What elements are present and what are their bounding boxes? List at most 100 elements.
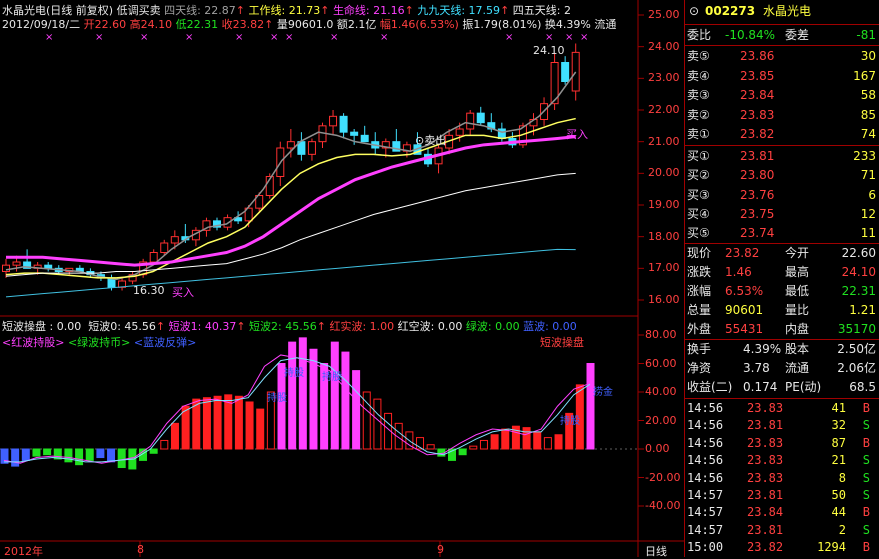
tick-row[interactable]: 14:57 23.81 2 S: [685, 522, 879, 539]
chart-ohlc-line: 2012/09/18/二 开22.60 高24.10 低22.31 收23.82…: [2, 18, 617, 31]
red-solid-wave: 红实波: 1.00: [329, 320, 395, 333]
tick-row[interactable]: 14:56 23.83 41 B: [685, 400, 879, 417]
quote-value: 55431: [725, 322, 764, 336]
wave-bar: [352, 370, 361, 450]
price-tick-label: 21.00: [648, 134, 680, 148]
tick-side: S: [862, 522, 870, 537]
ask-label: 卖⑤: [687, 49, 710, 63]
quote-value: 22.60: [841, 246, 876, 260]
stock-header: ⊙ 002273 水晶光电: [685, 0, 879, 22]
bid-row: 买④ 23.75 12: [685, 205, 879, 224]
wave-bar: [170, 422, 179, 450]
candle-body: [466, 112, 475, 130]
quote-label: 最高: [785, 265, 810, 279]
ask-volume: 85: [860, 107, 876, 122]
quote-value: 23.82: [725, 246, 760, 260]
sub-tick-label: -20.00: [645, 470, 681, 484]
ask-label: 卖③: [687, 88, 710, 102]
wave-bar: [490, 434, 499, 450]
wave-bar: [522, 427, 531, 450]
bid-volume: 71: [860, 168, 876, 183]
quote-label: 现价: [687, 246, 712, 260]
quote-row: 涨跌 1.46 最高 24.10: [685, 263, 879, 282]
tick-volume: 1294: [817, 540, 846, 555]
ask-label: 卖①: [687, 127, 710, 141]
wave-bar: [533, 431, 542, 450]
candle-body: [350, 131, 359, 136]
candle-body: [170, 236, 179, 244]
tick-price: 23.82: [747, 540, 784, 555]
tick-row[interactable]: 14:56 23.83 87 B: [685, 435, 879, 452]
order-diff-value: -81: [856, 28, 876, 42]
sub-tick-label: 0.00: [645, 442, 670, 455]
tick-row[interactable]: 14:56 23.83 21 S: [685, 452, 879, 469]
wave-op: 短波操盘 : 0.00: [2, 320, 82, 333]
wave1: 短波1: 40.37: [168, 320, 237, 333]
wave-bar: [11, 448, 20, 467]
wave-bar: [160, 439, 169, 450]
quote-label: 最低: [785, 284, 810, 298]
ask-price: 23.86: [740, 49, 775, 63]
wave-bar: [469, 445, 478, 450]
stat-label: 收益(二): [687, 380, 733, 394]
bid-label: 买②: [687, 168, 710, 183]
ask-row: 卖③ 23.84 58: [685, 86, 879, 105]
sub-axis-ticks: [638, 334, 644, 507]
stat-value: 3.78: [743, 361, 770, 375]
order-ratio-label: 委比: [687, 28, 712, 42]
candle-body: [360, 134, 369, 143]
tick-time: 14:56: [687, 453, 724, 468]
bid-label: 买⑤: [687, 226, 710, 241]
tick-row[interactable]: 14:56 23.81 32 S: [685, 417, 879, 434]
bar-turnover: 换4.39%: [544, 18, 591, 31]
quote-row: 总量 90601 量比 1.21: [685, 301, 879, 320]
wave-bar: [586, 363, 595, 450]
stat-row: 收益(二) 0.174 PE(动) 68.5: [685, 378, 879, 397]
quote-value: 1.46: [725, 265, 752, 279]
quote-value: 6.53%: [725, 284, 764, 298]
wave-bar: [96, 448, 105, 459]
tick-price: 23.81: [747, 488, 784, 502]
sub-right-label: 短波操盘: [540, 336, 584, 349]
bar-float: 流通: [594, 18, 617, 31]
stat-label: 流通: [785, 361, 810, 375]
stat-label: 换手: [687, 342, 712, 356]
bid-price: 23.76: [740, 187, 775, 202]
ask-price: 23.84: [740, 88, 775, 102]
sub-mark-2: 持股: [284, 368, 304, 379]
bid-label: 买①: [687, 149, 710, 163]
moving-average-lines: [5, 71, 577, 298]
candle-body: [149, 252, 158, 263]
tick-price: 23.81: [747, 522, 784, 537]
tick-row[interactable]: 14:57 23.84 44 B: [685, 504, 879, 521]
stat-value: 0.174: [743, 380, 778, 394]
wave-bar: [181, 405, 190, 450]
quote-label: 今开: [785, 246, 810, 260]
ask-row: 卖⑤ 23.86 30: [685, 47, 879, 66]
price-tick-label: 17.00: [648, 261, 680, 275]
wave-bar: [501, 428, 510, 450]
tick-volume: 87: [831, 435, 846, 450]
x-mark: ×: [330, 32, 338, 43]
bar-open: 开22.60: [83, 18, 127, 31]
tick-row[interactable]: 14:56 23.83 8 S: [685, 470, 879, 487]
bar-change: 幅1.46(6.53%): [379, 18, 459, 31]
bar-amplitude: 振1.79(8.01%): [462, 18, 542, 31]
bid-label: 买④: [687, 206, 710, 221]
tick-row[interactable]: 14:57 23.81 50 S: [685, 487, 879, 504]
price-chart[interactable]: × × × × × × × × × × × × ×: [0, 0, 684, 557]
tick-price: 23.84: [747, 505, 784, 520]
red-empty-wave: 红空波: 0.00: [397, 320, 463, 333]
tick-row[interactable]: 15:00 23.82 1294 B: [685, 539, 879, 556]
bid-row: 买② 23.80 71: [685, 166, 879, 185]
quote-label: 外盘: [687, 322, 712, 336]
ask-label: 卖②: [687, 107, 710, 122]
stat-value: 2.50亿: [837, 342, 876, 356]
bar-date: 2012/09/18/二: [2, 18, 81, 31]
ask-row: 卖④ 23.85 167: [685, 67, 879, 86]
x-mark: ×: [580, 32, 588, 43]
x-mark: ×: [270, 32, 278, 43]
ask-label: 卖④: [687, 68, 710, 83]
price-tick-label: 18.00: [648, 229, 680, 243]
wave-bar: [330, 341, 339, 450]
